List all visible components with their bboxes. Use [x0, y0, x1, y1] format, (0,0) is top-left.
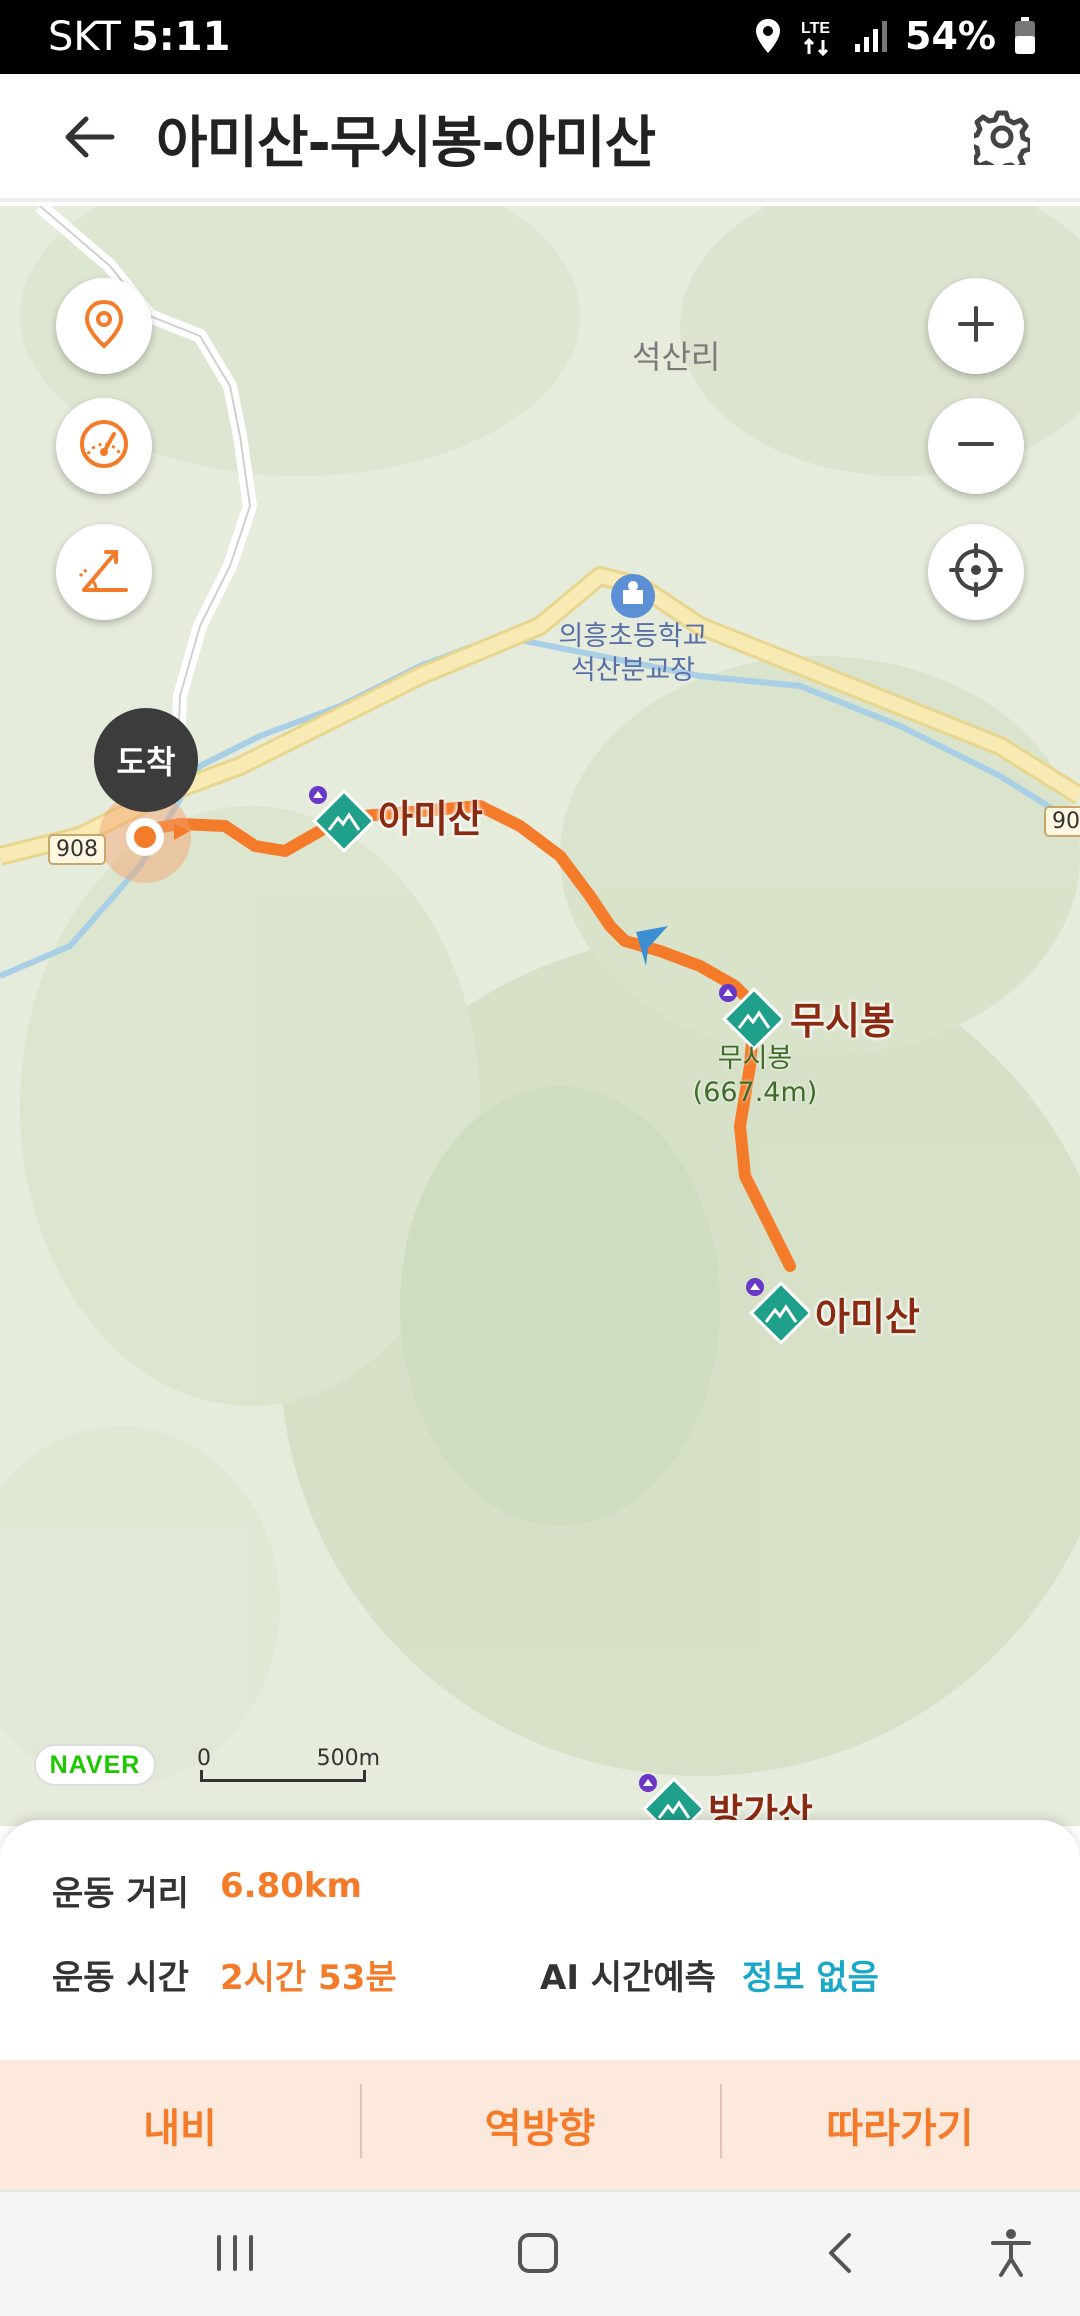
speed-button[interactable]: [56, 398, 152, 494]
recenter-button[interactable]: [928, 524, 1024, 620]
scale-bar: [200, 1770, 366, 1782]
settings-button[interactable]: [964, 104, 1040, 176]
peak-label[interactable]: 아미산: [815, 1286, 920, 1341]
time-value: 2시간 53분: [220, 1958, 397, 1998]
school-branch: 석산분교장: [570, 655, 696, 686]
slope-icon: [76, 542, 132, 602]
back-nav-button[interactable]: [806, 2222, 876, 2288]
naver-logo: NAVER: [34, 1744, 156, 1786]
school-name: 의흥초등학교: [558, 621, 708, 652]
peak-marker-icon[interactable]: [637, 1772, 703, 1826]
arrival-badge[interactable]: 도착: [94, 708, 198, 812]
gear-icon: [967, 109, 1033, 176]
crosshair-icon: [948, 542, 1004, 602]
status-right: LTE 54%: [753, 14, 1036, 58]
peak-marker-icon[interactable]: [307, 784, 373, 858]
ai-estimate-label: AI 시간예측: [540, 1958, 716, 1998]
location-pin-icon: [82, 299, 126, 353]
navigate-button[interactable]: 내비: [0, 2060, 360, 2190]
scale-start: 0: [197, 1746, 211, 1771]
zoom-out-icon: [954, 422, 998, 470]
map-scale: 0 500m: [197, 1746, 380, 1782]
speedometer-icon: [76, 416, 132, 476]
app-header: 아미산-무시봉-아미산: [0, 74, 1080, 202]
zoom-out-button[interactable]: [928, 398, 1024, 494]
accessibility-button[interactable]: [976, 2222, 1046, 2288]
signal-icon: [853, 18, 888, 54]
reverse-button[interactable]: 역방향: [360, 2060, 720, 2190]
back-button[interactable]: [50, 104, 130, 174]
status-left: SKT 5:11: [48, 14, 230, 60]
distance-value: 6.80km: [220, 1866, 362, 1906]
back-arrow-icon: [64, 115, 116, 163]
peak-elevation: 무시봉 (667.4m): [690, 1042, 820, 1110]
page-title: 아미산-무시봉-아미산: [156, 111, 656, 176]
trail-map[interactable]: 아미산 무시봉 무시봉 (667.4m) 아미산 방가산 석산리 의흥초등학교 …: [0, 206, 1080, 1826]
slope-button[interactable]: [56, 524, 152, 620]
peak-elevation-name: 무시봉: [717, 1043, 793, 1074]
my-location-button[interactable]: [56, 278, 152, 374]
lte-icon: LTE: [801, 16, 835, 56]
back-icon: [821, 2229, 861, 2281]
map-terrain: [0, 206, 1080, 1786]
accessibility-icon: [989, 2227, 1033, 2283]
system-nav-bar: [0, 2190, 1080, 2316]
peak-elevation-value: (667.4m): [692, 1077, 818, 1108]
road-number-badge: 90: [1044, 806, 1080, 837]
battery-icon: [1014, 17, 1036, 55]
peak-label[interactable]: 아미산: [378, 788, 483, 843]
battery-text: 54%: [905, 14, 996, 58]
location-icon: [753, 17, 783, 55]
home-icon: [514, 2229, 562, 2281]
follow-button[interactable]: 따라가기: [720, 2060, 1080, 2190]
peak-marker-icon[interactable]: [744, 1276, 810, 1350]
village-label: 석산리: [632, 338, 721, 376]
distance-label: 운동 거리: [52, 1874, 189, 1914]
ai-estimate-value: 정보 없음: [742, 1958, 879, 1998]
peak-label[interactable]: 무시봉: [790, 990, 895, 1045]
status-bar: SKT 5:11 LTE 54%: [0, 0, 1080, 74]
action-bar: 내비 역방향 따라가기: [0, 2060, 1080, 2190]
school-label[interactable]: 의흥초등학교 석산분교장: [548, 620, 718, 688]
clock: 5:11: [130, 14, 231, 60]
carrier: SKT: [48, 14, 121, 60]
time-label: 운동 시간: [52, 1958, 189, 1998]
svg-text:LTE: LTE: [801, 20, 830, 37]
scale-end: 500m: [316, 1746, 380, 1771]
zoom-in-button[interactable]: [928, 278, 1024, 374]
zoom-in-icon: [954, 302, 998, 350]
recent-apps-button[interactable]: [200, 2222, 270, 2288]
recent-apps-icon: [211, 2231, 259, 2279]
route-info-sheet: 운동 거리 6.80km 운동 시간 2시간 53분 AI 시간예측 정보 없음: [0, 1820, 1080, 2060]
home-button[interactable]: [503, 2222, 573, 2288]
road-number-badge: 908: [48, 834, 106, 865]
